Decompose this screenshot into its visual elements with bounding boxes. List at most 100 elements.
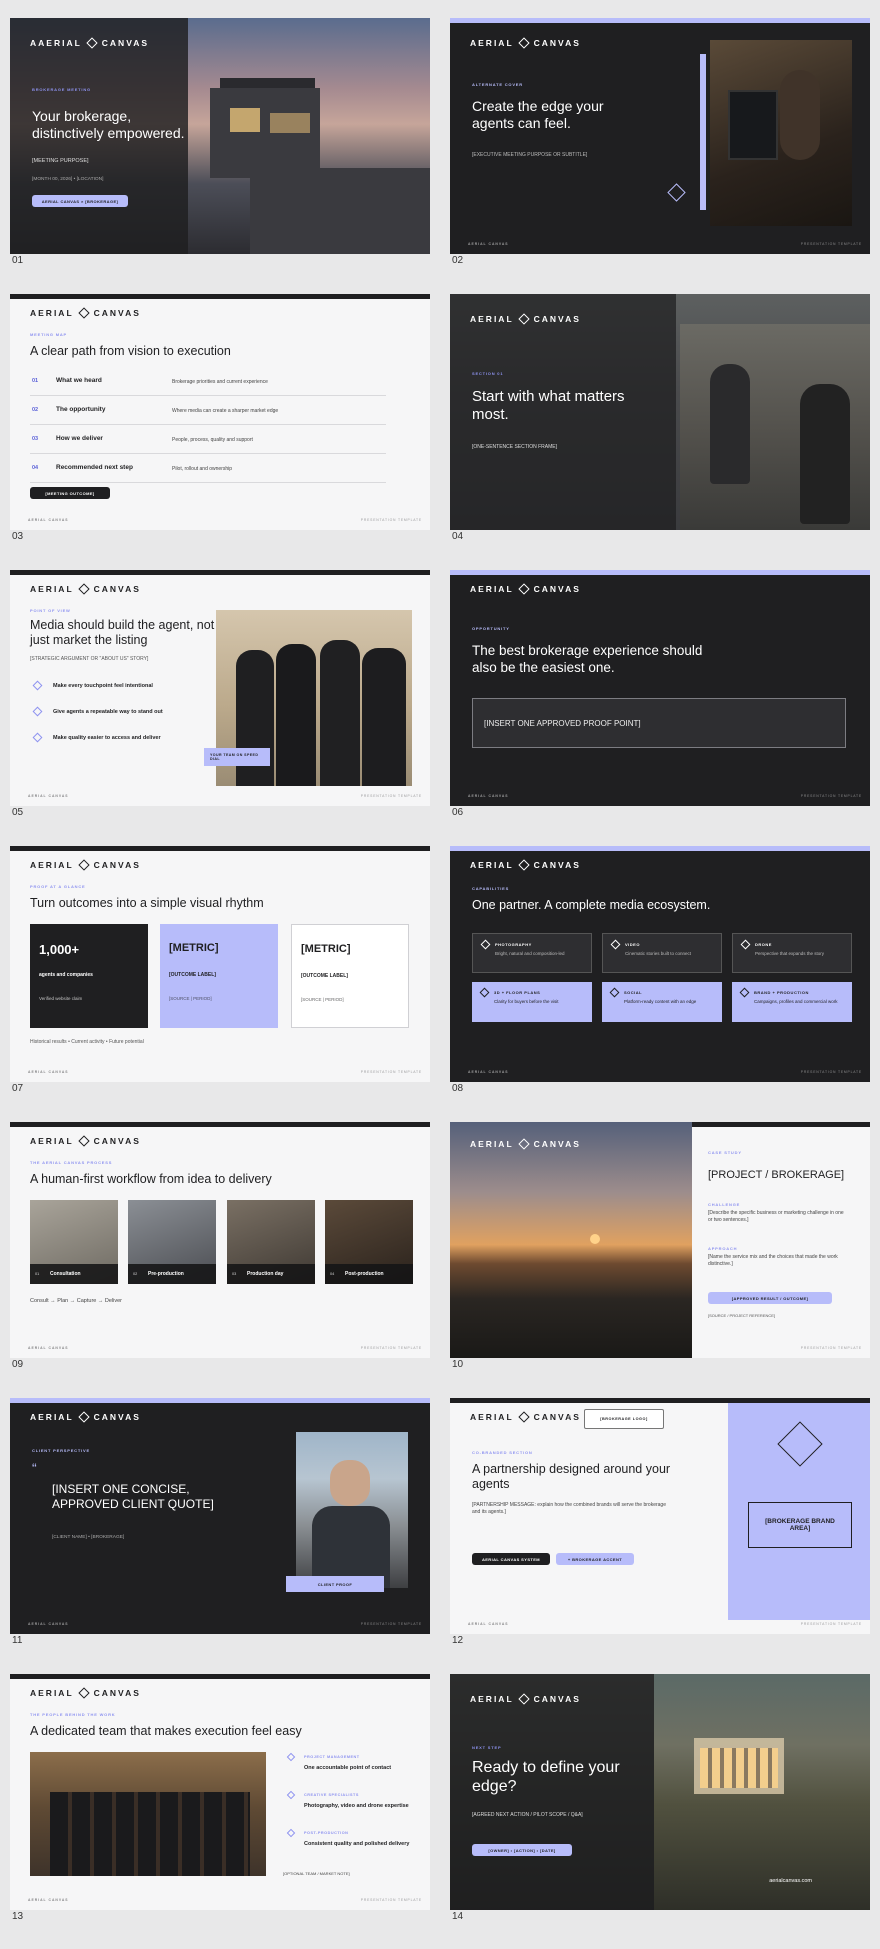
slide-title: One partner. A complete media ecosystem. <box>472 898 711 912</box>
brand-logo: AERIAL CANVAS <box>470 37 581 49</box>
brand-logo: AERIAL CANVAS <box>470 583 581 595</box>
footer-right: PRESENTATION TEMPLATE <box>360 1346 422 1350</box>
team-item: POST-PRODUCTION Consistent quality and p… <box>286 1828 424 1848</box>
brand-logo: AERIAL CANVAS <box>470 859 581 871</box>
slide-number: 12 <box>452 1635 464 1646</box>
eyebrow: CO-BRANDED SECTION <box>472 1450 533 1455</box>
slide-title: Start with what matters most. <box>472 388 625 423</box>
slide-number: 09 <box>12 1359 24 1370</box>
process-step: 02 Pre-production <box>128 1200 216 1284</box>
slide-cell-04[interactable]: AERIAL CANVAS SECTION 01 Start with what … <box>450 294 870 569</box>
slide-cell-13[interactable]: AERIAL CANVAS THE PEOPLE BEHIND THE WORK … <box>10 1674 430 1949</box>
eyebrow: THE PEOPLE BEHIND THE WORK <box>30 1712 116 1717</box>
subtitle: [EXECUTIVE MEETING PURPOSE OR SUBTITLE] <box>472 152 588 158</box>
approach-label: APPROACH <box>708 1246 738 1251</box>
footer-left: AERIAL CANVAS <box>28 1070 69 1074</box>
slide-07[interactable]: AERIAL CANVAS PROOF AT A GLANCE Turn outc… <box>10 846 430 1082</box>
brand-logo: A AERIAL CANVAS <box>30 37 150 49</box>
slide-number: 05 <box>12 807 24 818</box>
agenda-row: 03 How we deliver People, process, quality… <box>30 428 386 454</box>
eyebrow: MEETING MAP <box>30 332 68 337</box>
slide-05[interactable]: AERIAL CANVAS POINT OF VIEW Media should … <box>10 570 430 806</box>
eyebrow: CLIENT PERSPECTIVE <box>32 1448 90 1453</box>
slide-title: Turn outcomes into a simple visual rhyth… <box>30 896 264 910</box>
agenda-row: 01 What we heard Brokerage priorities and … <box>30 370 386 396</box>
slide-01[interactable]: A AERIAL CANVAS BROKERAGE MEETING Your bro… <box>10 18 430 254</box>
proof-card: 1,000+ agents and companies Verified websi… <box>30 924 148 1028</box>
slide-title: Media should build the agent, not just m… <box>30 618 215 647</box>
footer-left: AERIAL CANVAS <box>28 518 69 522</box>
slide-06[interactable]: AERIAL CANVAS OPPORTUNITY The best broker… <box>450 570 870 806</box>
diamond-icon <box>77 583 90 595</box>
diamond-icon <box>740 939 751 950</box>
diamond-icon <box>609 987 620 998</box>
slide-number: 07 <box>12 1083 24 1094</box>
footer-right: PRESENTATION TEMPLATE <box>360 1070 422 1074</box>
sunset-photo <box>450 1122 692 1358</box>
result-pill: [APPROVED RESULT / OUTCOME] <box>708 1292 832 1304</box>
slide-title: A dedicated team that makes execution fe… <box>30 1724 302 1738</box>
slide-cell-06[interactable]: AERIAL CANVAS OPPORTUNITY The best broker… <box>450 570 870 845</box>
slide-cell-14[interactable]: AERIAL CANVAS NEXT STEP Ready to define y… <box>450 1674 870 1949</box>
diamond-bullet-icon <box>32 680 43 691</box>
slide-title: The best brokerage experience should als… <box>472 643 703 675</box>
slide-cell-11[interactable]: AERIAL CANVAS CLIENT PERSPECTIVE “ [INSER… <box>10 1398 430 1673</box>
footer-left: AERIAL CANVAS <box>28 1898 69 1902</box>
website-url[interactable]: aerialcanvas.com <box>732 1878 812 1885</box>
brand-logo: AERIAL CANVAS <box>30 307 141 319</box>
slide-cell-05[interactable]: AERIAL CANVAS POINT OF VIEW Media should … <box>10 570 430 845</box>
slide-04[interactable]: AERIAL CANVAS SECTION 01 Start with what … <box>450 294 870 530</box>
eyebrow: PROOF AT A GLANCE <box>30 884 86 889</box>
footer-left: AERIAL CANVAS <box>28 794 69 798</box>
slide-number: 14 <box>452 1911 464 1922</box>
slide-cell-08[interactable]: AERIAL CANVAS CAPABILITIES One partner. A… <box>450 846 870 1121</box>
diamond-icon <box>517 583 530 595</box>
slide-cell-03[interactable]: AERIAL CANVAS MEETING MAP A clear path fr… <box>10 294 430 569</box>
footer-left: AERIAL CANVAS <box>28 1622 69 1626</box>
diamond-icon <box>739 987 750 998</box>
brand-logo: AERIAL CANVAS <box>470 1693 581 1705</box>
slide-cell-10[interactable]: AERIAL CANVAS CASE STUDY [PROJECT / BROKE… <box>450 1122 870 1397</box>
diamond-icon <box>77 859 90 871</box>
slide-title: A human-first workflow from idea to deli… <box>30 1172 272 1186</box>
footer-left: AERIAL CANVAS <box>468 1070 509 1074</box>
slide-08[interactable]: AERIAL CANVAS CAPABILITIES One partner. A… <box>450 846 870 1082</box>
slide-10[interactable]: AERIAL CANVAS CASE STUDY [PROJECT / BROKE… <box>450 1122 870 1358</box>
proof-card: [METRIC] [OUTCOME LABEL] [SOURCE | PERIOD] <box>160 924 278 1028</box>
proof-card: [METRIC] [OUTCOME LABEL] [SOURCE | PERIOD] <box>291 924 409 1028</box>
slide-03[interactable]: AERIAL CANVAS MEETING MAP A clear path fr… <box>10 294 430 530</box>
slide-02[interactable]: AERIAL CANVAS ALTERNATE COVER Create the … <box>450 18 870 254</box>
footer-right: PRESENTATION TEMPLATE <box>800 1070 862 1074</box>
eyebrow: CAPABILITIES <box>472 886 510 891</box>
challenge-label: CHALLENGE <box>708 1202 741 1207</box>
slide-title: Your brokerage, distinctively empowered. <box>32 108 185 141</box>
subtitle: [ONE-SENTENCE SECTION FRAME] <box>472 444 558 450</box>
diamond-icon <box>480 939 491 950</box>
diamond-bullet-icon <box>286 1828 296 1838</box>
slide-cell-09[interactable]: AERIAL CANVAS THE AERIAL CANVAS PROCESS A… <box>10 1122 430 1397</box>
crew-photo <box>680 324 870 530</box>
brand-logo: AERIAL CANVAS <box>470 1411 581 1423</box>
slide-title: Create the edge your agents can feel. <box>472 98 604 131</box>
cover-pill: AERIAL CANVAS × [BROKERAGE] <box>32 195 128 207</box>
driveway <box>250 168 430 254</box>
client-quote: [INSERT ONE CONCISE, APPROVED CLIENT QUO… <box>52 1482 214 1511</box>
process-step: 01 Consultation <box>30 1200 118 1284</box>
slide-number: 02 <box>452 255 464 266</box>
slide-cell-12[interactable]: AERIAL CANVAS × [BROKERAGE LOGO] CO-BRAND… <box>450 1398 870 1673</box>
diamond-icon <box>517 1693 530 1705</box>
slide-11[interactable]: AERIAL CANVAS CLIENT PERSPECTIVE “ [INSER… <box>10 1398 430 1634</box>
slide-cell-02[interactable]: AERIAL CANVAS ALTERNATE COVER Create the … <box>450 18 870 293</box>
slide-14[interactable]: AERIAL CANVAS NEXT STEP Ready to define y… <box>450 1674 870 1910</box>
outcome-pill: [MEETING OUTCOME] <box>30 487 110 499</box>
slide-cell-07[interactable]: AERIAL CANVAS PROOF AT A GLANCE Turn outc… <box>10 846 430 1121</box>
team-note: [OPTIONAL TEAM / MARKET NOTE] <box>283 1871 350 1876</box>
eyebrow: CASE STUDY <box>708 1150 742 1155</box>
slide-09[interactable]: AERIAL CANVAS THE AERIAL CANVAS PROCESS A… <box>10 1122 430 1358</box>
diamond-icon <box>77 1135 90 1147</box>
brand-logo: AERIAL CANVAS <box>470 313 581 325</box>
slide-12[interactable]: AERIAL CANVAS × [BROKERAGE LOGO] CO-BRAND… <box>450 1398 870 1634</box>
slide-13[interactable]: AERIAL CANVAS THE PEOPLE BEHIND THE WORK … <box>10 1674 430 1910</box>
slide-number: 01 <box>12 255 24 266</box>
slide-cell-01[interactable]: A AERIAL CANVAS BROKERAGE MEETING Your bro… <box>10 18 430 293</box>
